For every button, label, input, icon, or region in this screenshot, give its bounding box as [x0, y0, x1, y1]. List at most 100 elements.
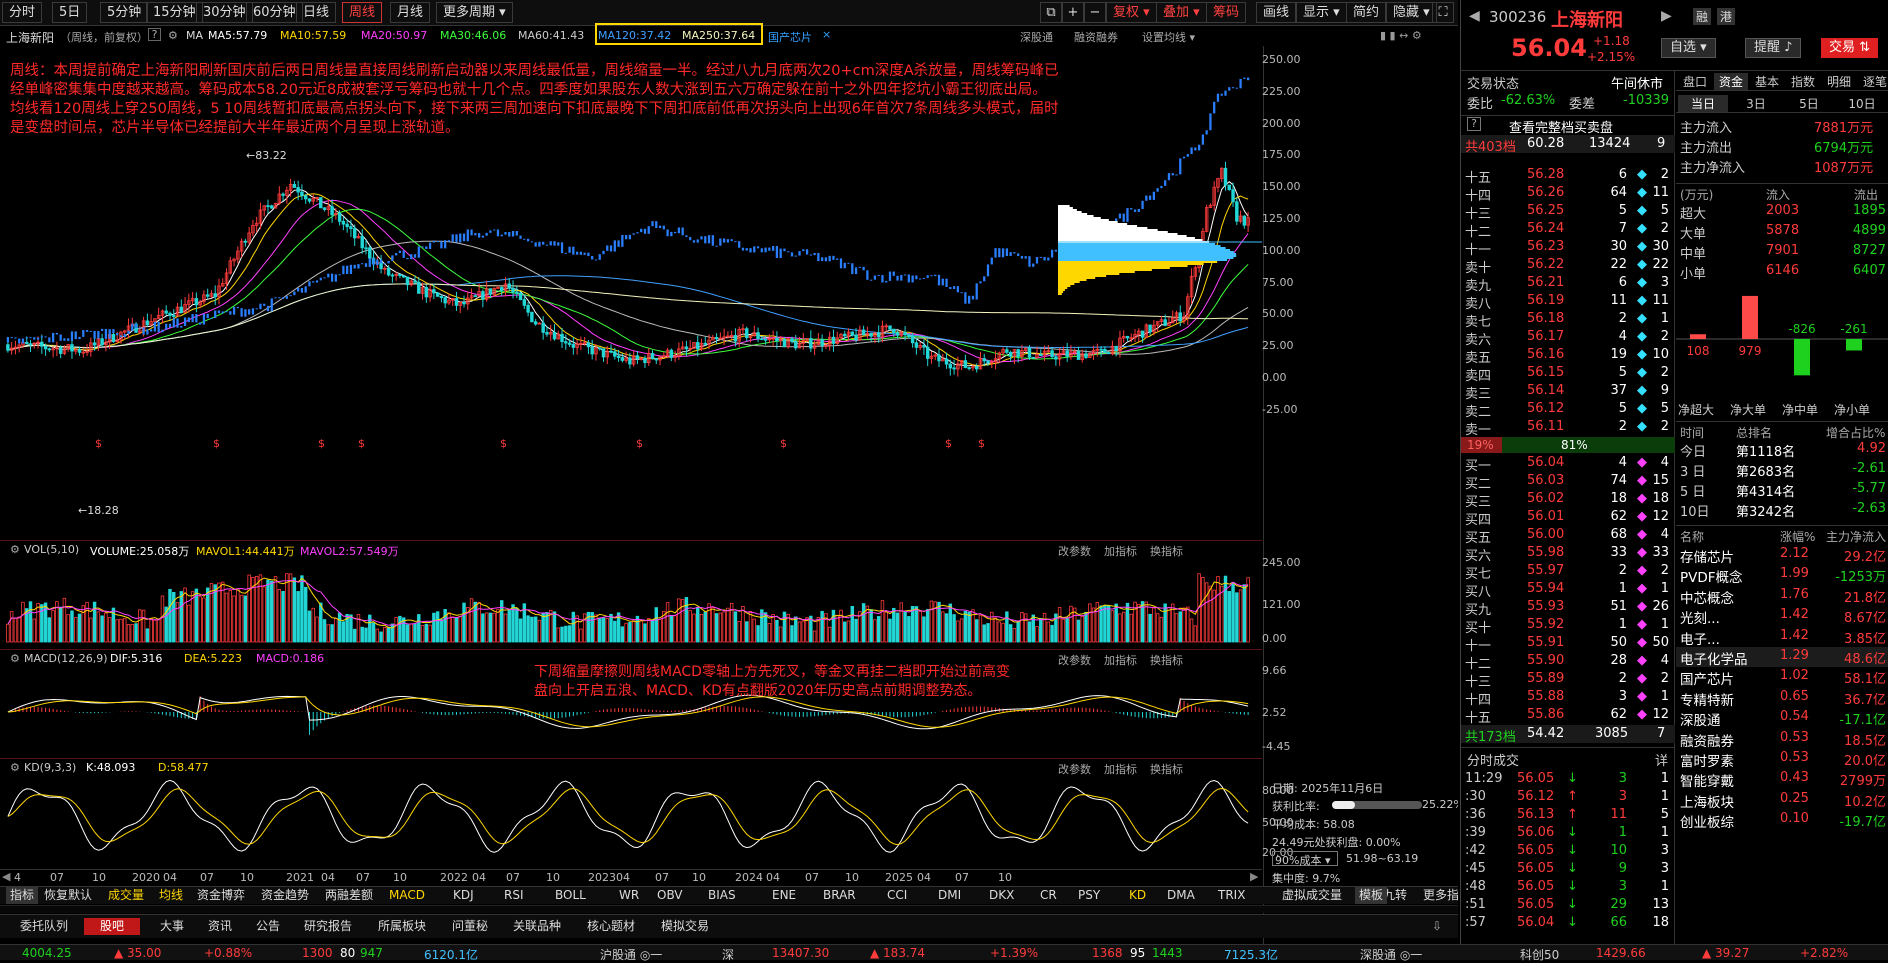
hgt-label[interactable]: 沪股通 ◎一: [600, 946, 662, 963]
panel-splitter[interactable]: [0, 905, 1458, 913]
info-tab[interactable]: 公告: [246, 918, 290, 935]
indicator-tab[interactable]: KDJ: [453, 887, 474, 904]
kc50-index[interactable]: 1429.66: [1596, 946, 1646, 960]
sector-row[interactable]: 智能穿戴 0.43 2799万: [1676, 769, 1888, 790]
indicator-tab[interactable]: 虚拟成交量: [1282, 887, 1342, 904]
sector-row[interactable]: 光刻... 1.42 8.67亿: [1676, 606, 1888, 627]
sgt-label[interactable]: 深股通 ◎一: [1360, 946, 1422, 963]
fuquan-button[interactable]: 复权 ▾: [1106, 2, 1157, 23]
fenshi-detail-link[interactable]: 详: [1655, 750, 1668, 769]
indicator-tab[interactable]: ENE: [772, 887, 796, 904]
indicator-tab[interactable]: BOLL: [555, 887, 586, 904]
scroll-right-icon[interactable]: ▶: [1250, 870, 1258, 883]
chip-button[interactable]: 筹码: [1206, 2, 1247, 23]
indicator-tab[interactable]: 资金博弈: [197, 887, 245, 904]
sector-row[interactable]: 深股通 0.54 -17.1亿: [1676, 708, 1888, 729]
info-tab[interactable]: 委托队列: [10, 918, 78, 935]
indicator-tab[interactable]: 两融差额: [325, 887, 373, 904]
cost-select[interactable]: 90%成本 ▾: [1272, 851, 1338, 867]
window-icon[interactable]: ⧉: [1040, 2, 1062, 23]
settings-icon[interactable]: ⚙: [168, 29, 178, 42]
period-tab-60min[interactable]: 60分钟: [246, 2, 303, 23]
info-tab[interactable]: 资讯: [198, 918, 242, 935]
indicator-tab[interactable]: CR: [1040, 887, 1057, 904]
flow-tab[interactable]: 资金: [1714, 73, 1748, 90]
sector-row[interactable]: 专精特新 0.65 36.7亿: [1676, 688, 1888, 709]
period-tab-5min[interactable]: 5分钟: [100, 2, 149, 23]
info-tab[interactable]: 研究报告: [294, 918, 362, 935]
sector-row[interactable]: 存储芯片 2.12 29.2亿: [1676, 545, 1888, 566]
kd-settings-icon[interactable]: ⚙: [10, 761, 20, 774]
vol-edit-params[interactable]: 改参数: [1058, 543, 1091, 559]
vol-settings-icon[interactable]: ⚙: [10, 543, 20, 556]
link-ma-settings[interactable]: 设置均线 ▾: [1142, 29, 1195, 45]
full-orderbook-link[interactable]: 查看完整档买卖盘: [1509, 117, 1613, 136]
plus-icon[interactable]: +: [1062, 2, 1084, 23]
flow-tab[interactable]: 逐笔: [1858, 73, 1888, 90]
indicator-tab[interactable]: 资金趋势: [261, 887, 309, 904]
period-tab[interactable]: 10日: [1837, 95, 1887, 112]
overlay-button[interactable]: 叠加 ▾: [1156, 2, 1207, 23]
macd-settings-icon[interactable]: ⚙: [10, 652, 20, 665]
period-tab-5day[interactable]: 5日: [52, 2, 88, 23]
indicator-tab[interactable]: PSY: [1078, 887, 1100, 904]
expand-icon[interactable]: ⛶: [1432, 2, 1454, 23]
sector-row[interactable]: 电子... 1.42 3.85亿: [1676, 627, 1888, 648]
sector-row[interactable]: PVDF概念 1.99 -1253万: [1676, 565, 1888, 586]
indicator-tab[interactable]: 指标: [6, 887, 39, 904]
sector-row[interactable]: 上海板块 0.25 10.2亿: [1676, 790, 1888, 811]
chart-tool-icons[interactable]: ▮ ▮ ↔ ⚙: [1380, 29, 1422, 42]
scroll-left-icon[interactable]: ◀: [2, 870, 10, 883]
help-icon[interactable]: ?: [148, 28, 161, 41]
collapse-icon[interactable]: ⇩: [1432, 918, 1442, 935]
next-stock-icon[interactable]: ▶: [1661, 8, 1672, 24]
indicator-tab[interactable]: 均线: [159, 887, 183, 904]
indicator-tab[interactable]: TRIX: [1218, 887, 1245, 904]
indicator-tab[interactable]: WR: [619, 887, 639, 904]
period-tab[interactable]: 3日: [1731, 95, 1781, 112]
info-tab[interactable]: 股吧: [84, 918, 141, 935]
indicator-tab[interactable]: KD: [1129, 887, 1146, 904]
flow-tab[interactable]: 明细: [1822, 73, 1856, 90]
info-tab[interactable]: 问董秘: [442, 918, 498, 935]
indicator-tab[interactable]: BRAR: [823, 887, 856, 904]
simple-button[interactable]: 简约: [1346, 2, 1387, 23]
kd-edit-params[interactable]: 改参数: [1058, 761, 1091, 777]
indicator-tab[interactable]: 成交量: [108, 887, 144, 904]
prev-stock-icon[interactable]: ◀: [1469, 8, 1480, 24]
indicator-tab[interactable]: 恢复默认: [44, 887, 92, 904]
period-tab-30min[interactable]: 30分钟: [196, 2, 253, 23]
period-tab-15min[interactable]: 15分钟: [146, 2, 203, 23]
period-tab-weekly[interactable]: 周线: [342, 2, 383, 23]
draw-button[interactable]: 画线: [1256, 2, 1297, 23]
period-tab[interactable]: 当日: [1678, 95, 1728, 112]
info-tab[interactable]: 大事: [150, 918, 194, 935]
sh-index[interactable]: 4004.25: [22, 946, 72, 960]
indicator-tab[interactable]: MACD: [389, 887, 425, 904]
display-button[interactable]: 显示 ▾: [1296, 2, 1347, 23]
help-icon[interactable]: ?: [1467, 117, 1481, 131]
concept-tag[interactable]: 国产芯片: [768, 29, 812, 45]
indicator-tab[interactable]: 更多指标: [1423, 887, 1458, 904]
period-tab-more[interactable]: 更多周期 ▾: [436, 2, 513, 23]
sector-row[interactable]: 融资融券 0.53 18.5亿: [1676, 729, 1888, 750]
info-tab[interactable]: 核心题材: [577, 918, 645, 935]
indicator-tab[interactable]: OBV: [657, 887, 683, 904]
link-sgt[interactable]: 深股通: [1020, 29, 1053, 45]
indicator-tab[interactable]: BIAS: [708, 887, 736, 904]
vol-add-indicator[interactable]: 加指标: [1104, 543, 1137, 559]
sector-row[interactable]: 中芯概念 1.76 21.8亿: [1676, 586, 1888, 607]
info-tab[interactable]: 关联品种: [503, 918, 571, 935]
period-tab-monthly[interactable]: 月线: [390, 2, 431, 23]
sector-row[interactable]: 国产芯片 1.02 58.1亿: [1676, 667, 1888, 688]
close-concept-icon[interactable]: ×: [822, 28, 831, 41]
alert-button[interactable]: 提醒 ♪: [1745, 38, 1802, 58]
vol-switch-indicator[interactable]: 换指标: [1150, 543, 1183, 559]
trade-button[interactable]: 交易 ⇅: [1821, 38, 1879, 58]
full-orderbook-row[interactable]: ? 查看完整档买卖盘: [1461, 115, 1675, 136]
kd-add-indicator[interactable]: 加指标: [1104, 761, 1137, 777]
flow-tab[interactable]: 基本: [1750, 73, 1784, 90]
indicator-tab[interactable]: RSI: [504, 887, 524, 904]
period-tab-fenshi[interactable]: 分时: [2, 2, 43, 23]
info-tab[interactable]: 模拟交易: [651, 918, 719, 935]
